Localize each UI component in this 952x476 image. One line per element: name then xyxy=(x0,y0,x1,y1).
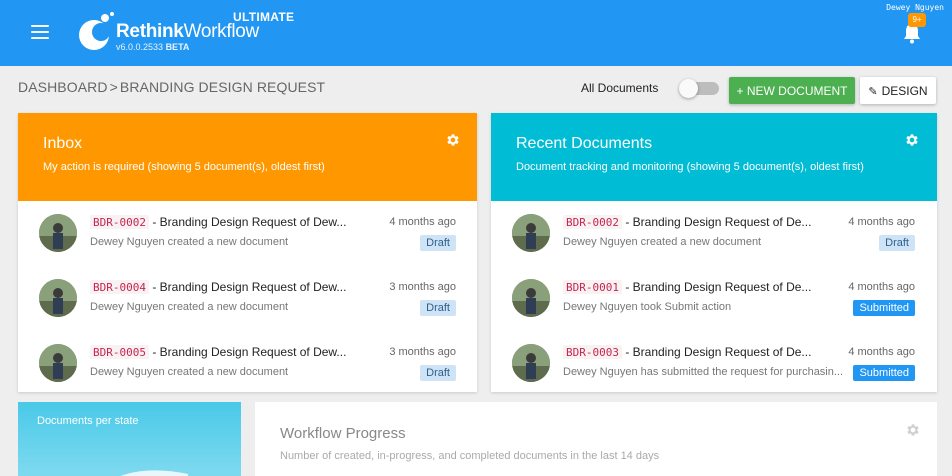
document-time: 3 months ago xyxy=(389,281,456,293)
document-time: 3 months ago xyxy=(389,346,456,358)
all-documents-toggle[interactable] xyxy=(679,79,719,98)
version-label: v6.0.0.2533 BETA xyxy=(116,42,190,52)
inbox-card: Inbox My action is required (showing 5 d… xyxy=(18,113,477,392)
recent-document-item[interactable]: BDR-0001 - Branding Design Request of De… xyxy=(491,279,937,331)
document-activity: Dewey Nguyen created a new document xyxy=(563,236,762,248)
document-time: 4 months ago xyxy=(848,281,915,293)
recent-document-item[interactable]: BDR-0002 - Branding Design Request of De… xyxy=(491,214,937,266)
status-badge: Submitted xyxy=(853,300,915,316)
new-document-button[interactable]: + NEW DOCUMENT xyxy=(729,77,855,104)
status-badge: Draft xyxy=(420,235,456,251)
document-activity: Dewey Nguyen created a new document xyxy=(90,366,289,378)
avatar xyxy=(39,279,77,317)
avatar xyxy=(39,344,77,382)
breadcrumb-current: BRANDING DESIGN REQUEST xyxy=(119,79,326,95)
document-title[interactable]: BDR-0002 - Branding Design Request of De… xyxy=(563,215,843,229)
logo-icon xyxy=(79,12,114,50)
status-badge: Draft xyxy=(420,365,456,381)
recent-documents-card: Recent Documents Document tracking and m… xyxy=(491,113,937,392)
document-activity: Dewey Nguyen created a new document xyxy=(90,301,289,313)
pie-chart-icon xyxy=(120,470,188,476)
workflow-progress-subtitle: Number of created, in-progress, and comp… xyxy=(280,450,660,462)
document-title[interactable]: BDR-0004 - Branding Design Request of De… xyxy=(90,280,380,294)
documents-per-state-card: Documents per state xyxy=(18,402,241,476)
status-badge: Submitted xyxy=(853,365,915,381)
inbox-item[interactable]: BDR-0002 - Branding Design Request of De… xyxy=(18,214,477,266)
avatar xyxy=(512,344,550,382)
document-title[interactable]: BDR-0002 - Branding Design Request of De… xyxy=(90,215,380,229)
brand-name: RethinkWorkflow xyxy=(116,21,259,42)
breadcrumb: DASHBOARD > BRANDING DESIGN REQUEST xyxy=(18,79,325,95)
document-title[interactable]: BDR-0005 - Branding Design Request of De… xyxy=(90,345,380,359)
inbox-subtitle: My action is required (showing 5 documen… xyxy=(43,161,325,173)
username[interactable]: Dewey Nguyen xyxy=(886,3,944,12)
avatar xyxy=(512,214,550,252)
avatar xyxy=(39,214,77,252)
document-time: 4 months ago xyxy=(389,216,456,228)
document-activity: Dewey Nguyen has submitted the request f… xyxy=(563,366,844,378)
recent-documents-title: Recent Documents xyxy=(516,135,653,152)
inbox-header: Inbox My action is required (showing 5 d… xyxy=(18,113,477,201)
gear-icon[interactable] xyxy=(905,422,921,438)
document-time: 4 months ago xyxy=(848,346,915,358)
gear-icon[interactable] xyxy=(904,132,920,148)
recent-documents-subtitle: Document tracking and monitoring (showin… xyxy=(516,161,864,173)
document-code: BDR-0004 xyxy=(90,280,149,294)
recent-documents-header: Recent Documents Document tracking and m… xyxy=(491,113,937,201)
breadcrumb-separator: > xyxy=(109,79,118,95)
inbox-item[interactable]: BDR-0004 - Branding Design Request of De… xyxy=(18,279,477,331)
notification-badge: 9+ xyxy=(908,13,926,27)
inbox-title: Inbox xyxy=(43,135,83,152)
avatar xyxy=(512,279,550,317)
workflow-progress-title: Workflow Progress xyxy=(280,425,406,442)
status-badge: Draft xyxy=(879,235,915,251)
design-button[interactable]: ✎ DESIGN xyxy=(860,77,936,104)
menu-icon[interactable] xyxy=(31,25,49,39)
pencil-icon: ✎ xyxy=(868,85,878,98)
document-activity: Dewey Nguyen created a new document xyxy=(90,236,289,248)
document-title[interactable]: BDR-0003 - Branding Design Request of De… xyxy=(563,345,843,359)
document-code: BDR-0001 xyxy=(563,280,622,294)
document-code: BDR-0005 xyxy=(90,345,149,359)
all-documents-label: All Documents xyxy=(581,81,659,95)
document-code: BDR-0003 xyxy=(563,345,622,359)
gear-icon[interactable] xyxy=(445,132,461,148)
document-code: BDR-0002 xyxy=(563,215,622,229)
document-code: BDR-0002 xyxy=(90,215,149,229)
breadcrumb-root[interactable]: DASHBOARD xyxy=(18,79,108,95)
inbox-item[interactable]: BDR-0005 - Branding Design Request of De… xyxy=(18,344,477,396)
workflow-progress-card: Workflow Progress Number of created, in-… xyxy=(255,402,937,476)
status-badge: Draft xyxy=(420,300,456,316)
document-title[interactable]: BDR-0001 - Branding Design Request of De… xyxy=(563,280,843,294)
recent-document-item[interactable]: BDR-0003 - Branding Design Request of De… xyxy=(491,344,937,396)
documents-per-state-title: Documents per state xyxy=(37,415,139,427)
app-bar: RethinkWorkflow ULTIMATE v6.0.0.2533 BET… xyxy=(0,0,952,66)
document-activity: Dewey Nguyen took Submit action xyxy=(563,301,732,313)
document-time: 4 months ago xyxy=(848,216,915,228)
edition-label: ULTIMATE xyxy=(233,10,295,24)
